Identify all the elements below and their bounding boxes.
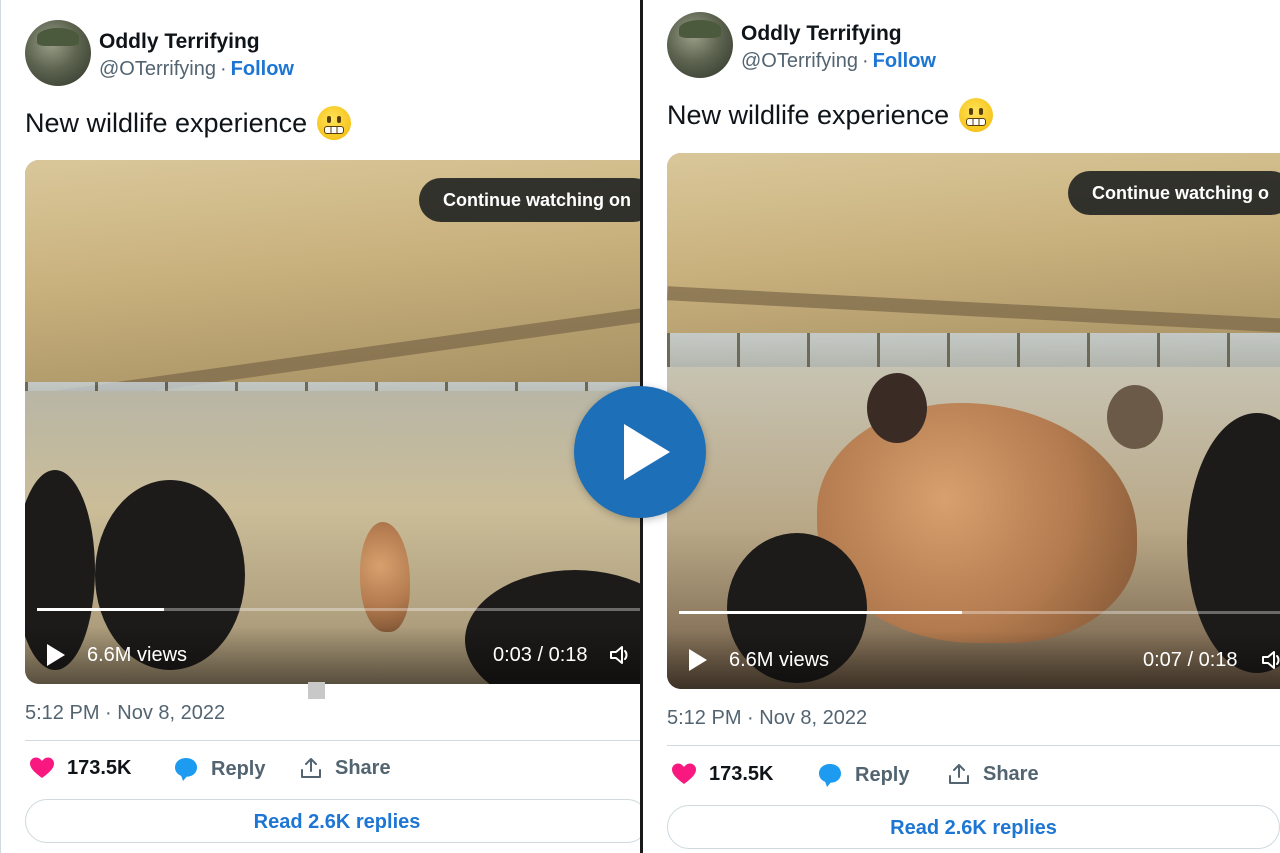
reply-label: Reply: [855, 763, 910, 786]
video-controls: 6.6M views 0:07 / 0:18: [667, 631, 1280, 689]
author-name[interactable]: Oddly Terrifying: [99, 30, 260, 54]
tweet-timestamp[interactable]: 5:12 PM · Nov 8, 2022: [25, 702, 225, 725]
reply-bubble-icon: [819, 764, 841, 787]
read-replies-button[interactable]: Read 2.6K replies: [25, 799, 642, 843]
grimacing-face-emoji-icon: [959, 98, 994, 132]
divider: [667, 745, 1280, 746]
reply-button[interactable]: Reply: [817, 762, 909, 788]
tweet-text-content: New wildlife experience: [667, 99, 950, 130]
continue-watching-button[interactable]: Continue watching on: [419, 178, 642, 222]
separator-dot: ·: [220, 58, 227, 80]
video-time: 0:03 / 0:18: [493, 644, 588, 666]
big-play-icon[interactable]: [574, 386, 706, 518]
video-player[interactable]: Continue watching o 6.6M views 0:07 / 0:…: [667, 153, 1280, 689]
play-icon[interactable]: [47, 644, 65, 666]
heart-icon: [672, 763, 696, 784]
like-count: 173.5K: [709, 762, 774, 785]
share-label: Share: [983, 762, 1039, 785]
grimacing-face-emoji-icon: [317, 106, 352, 140]
tweet-text: New wildlife experience: [25, 106, 352, 140]
divider: [25, 740, 642, 741]
follow-link[interactable]: Follow: [873, 50, 936, 72]
video-time: 0:07 / 0:18: [1143, 649, 1238, 671]
heart-icon: [30, 757, 54, 778]
like-button[interactable]: 173.5K: [671, 762, 774, 786]
video-progress-fill: [37, 608, 164, 611]
handle-row: @OTerrifying · Follow: [741, 50, 936, 73]
author-handle[interactable]: @OTerrifying: [741, 50, 858, 72]
artifact-square: [308, 682, 325, 699]
tweet-text: New wildlife experience: [667, 98, 994, 132]
video-progress-bar[interactable]: [37, 608, 641, 611]
video-player[interactable]: Continue watching on 6.6M views 0:03 / 0…: [25, 160, 642, 684]
reply-bubble-icon: [175, 758, 197, 781]
video-controls: 6.6M views 0:03 / 0:18: [25, 626, 642, 684]
volume-icon[interactable]: [1261, 649, 1280, 671]
video-progress-fill: [679, 611, 963, 614]
reply-label: Reply: [211, 757, 266, 780]
avatar[interactable]: [25, 20, 91, 86]
view-count: 6.6M views: [729, 649, 830, 671]
like-button[interactable]: 173.5K: [29, 756, 132, 780]
tweet-card-left: Oddly Terrifying @OTerrifying · Follow New…: [0, 0, 642, 853]
view-count: 6.6M views: [87, 644, 188, 666]
volume-icon[interactable]: [609, 644, 633, 666]
video-progress-bar[interactable]: [679, 611, 1280, 614]
tweet-text-content: New wildlife experience: [25, 107, 308, 138]
share-label: Share: [335, 756, 391, 779]
tweet-card-right: Oddly Terrifying @OTerrifying · Follow New…: [643, 0, 1280, 853]
tweet-timestamp[interactable]: 5:12 PM · Nov 8, 2022: [667, 707, 867, 730]
avatar[interactable]: [667, 12, 733, 78]
separator-dot: ·: [862, 50, 869, 72]
share-icon: [949, 764, 969, 784]
share-icon: [301, 758, 321, 778]
share-button[interactable]: Share: [299, 756, 391, 780]
tweet-actions: 173.5K Reply Share: [667, 762, 1267, 792]
follow-link[interactable]: Follow: [231, 58, 294, 80]
author-name[interactable]: Oddly Terrifying: [741, 22, 902, 46]
author-handle[interactable]: @OTerrifying: [99, 58, 216, 80]
read-replies-button[interactable]: Read 2.6K replies: [667, 805, 1280, 849]
tweet-actions: 173.5K Reply Share: [25, 756, 625, 786]
play-icon[interactable]: [689, 649, 707, 671]
like-count: 173.5K: [67, 756, 132, 779]
continue-watching-button[interactable]: Continue watching o: [1068, 171, 1280, 215]
share-button[interactable]: Share: [947, 762, 1039, 786]
reply-button[interactable]: Reply: [173, 756, 265, 782]
handle-row: @OTerrifying · Follow: [99, 58, 294, 81]
